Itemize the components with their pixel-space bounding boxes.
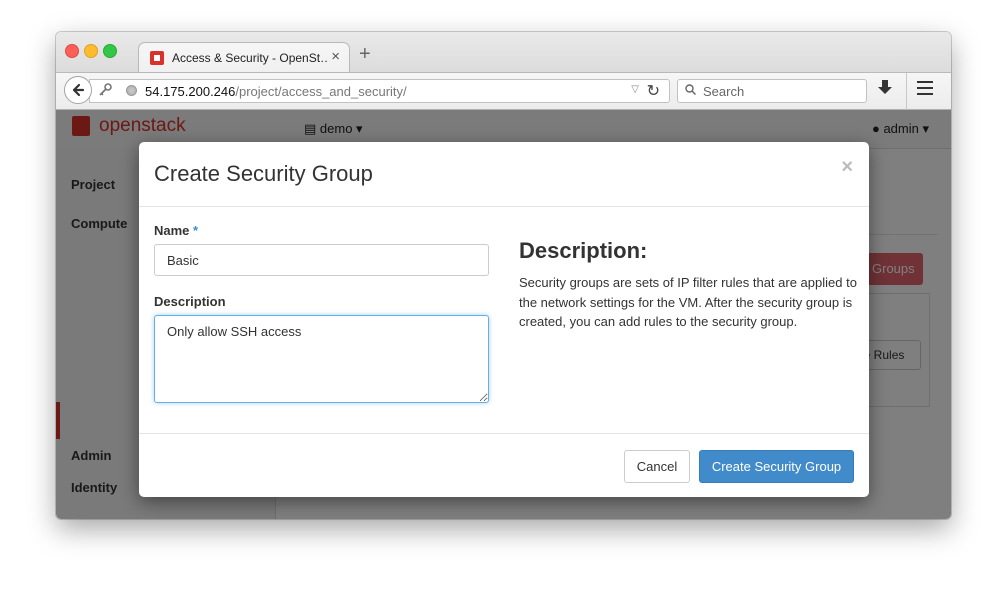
reload-icon[interactable]: ↻	[647, 81, 660, 101]
new-tab-button[interactable]: +	[359, 43, 371, 66]
back-button[interactable]	[64, 76, 92, 104]
navigation-toolbar: 54.175.200.246/project/access_and_securi…	[56, 72, 951, 111]
download-icon[interactable]	[878, 80, 892, 101]
search-icon	[685, 84, 696, 95]
browser-tab[interactable]: Access & Security - OpenSt… ×	[138, 42, 350, 73]
create-security-group-button[interactable]: Create Security Group	[699, 450, 854, 483]
url-host: 54.175.200.246	[145, 84, 236, 99]
globe-icon[interactable]	[126, 85, 137, 96]
url-path: /project/access_and_security/	[235, 84, 407, 99]
description-textarea[interactable]: Only allow SSH access	[154, 315, 489, 403]
key-icon[interactable]	[98, 83, 112, 100]
close-window-button[interactable]	[65, 44, 79, 58]
name-label-text: Name	[154, 223, 190, 238]
description-label: Description	[154, 294, 226, 309]
search-bar[interactable]	[677, 79, 867, 103]
close-icon[interactable]: ×	[841, 156, 853, 179]
tab-title: Access & Security - OpenSt…	[172, 51, 327, 65]
tab-close-icon[interactable]: ×	[331, 48, 340, 65]
modal-header: Create Security Group ×	[139, 142, 869, 207]
back-arrow-icon	[72, 83, 85, 97]
openstack-favicon-icon	[150, 51, 164, 65]
create-security-group-modal: Create Security Group × Name * Descripti…	[139, 142, 869, 497]
help-text: Security groups are sets of IP filter ru…	[519, 275, 857, 329]
minimize-window-button[interactable]	[84, 44, 98, 58]
help-heading: Description:	[519, 238, 648, 263]
url-bar[interactable]: 54.175.200.246/project/access_and_securi…	[89, 79, 670, 103]
cancel-button[interactable]: Cancel	[624, 450, 690, 483]
name-label: Name *	[154, 223, 198, 238]
url-dropdown-icon[interactable]: ▽	[631, 84, 639, 95]
required-marker: *	[193, 223, 199, 238]
tab-strip: Access & Security - OpenSt… × +	[56, 32, 951, 73]
modal-title: Create Security Group	[154, 161, 373, 186]
name-input[interactable]	[154, 244, 489, 276]
hamburger-menu-icon[interactable]	[917, 81, 933, 99]
zoom-window-button[interactable]	[103, 44, 117, 58]
url-text[interactable]: 54.175.200.246/project/access_and_securi…	[145, 84, 407, 99]
toolbar-separator	[906, 73, 907, 111]
modal-footer: Cancel Create Security Group	[139, 433, 869, 497]
search-input[interactable]	[703, 83, 858, 99]
